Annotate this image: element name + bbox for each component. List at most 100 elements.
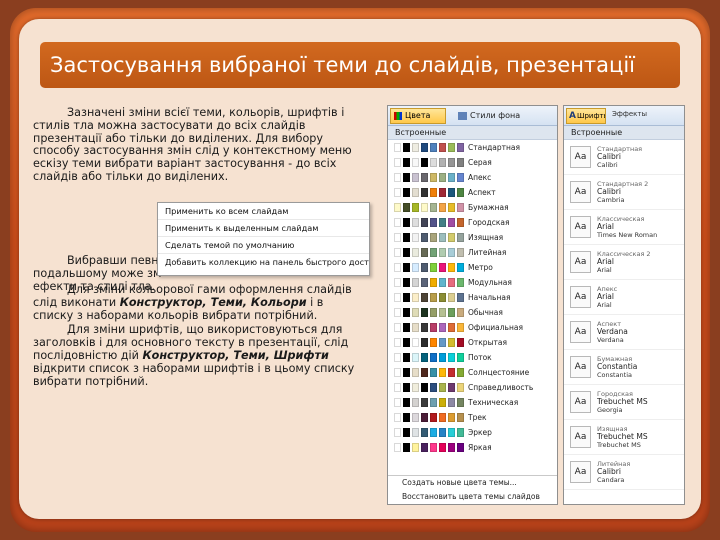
color-theme-item[interactable]: Литейная: [388, 245, 557, 260]
font-theme-item[interactable]: Аа Апекс Arial Arial: [564, 280, 684, 315]
color-theme-item[interactable]: Аспект: [388, 185, 557, 200]
background-styles-button[interactable]: Стили фона: [456, 108, 538, 124]
color-swatch: [394, 158, 401, 167]
color-swatch: [430, 203, 437, 212]
color-swatches: [394, 218, 464, 227]
color-swatch: [403, 323, 410, 332]
font-theme-heading: Calibri: [597, 467, 621, 476]
color-theme-item[interactable]: Официальная: [388, 320, 557, 335]
color-swatch: [412, 308, 419, 317]
color-swatch: [439, 353, 446, 362]
color-swatch: [412, 143, 419, 152]
menu-set-default-theme[interactable]: Сделать темой по умолчанию: [158, 237, 369, 254]
color-swatch: [421, 173, 428, 182]
font-theme-item[interactable]: Аа Аспект Verdana Verdana: [564, 315, 684, 350]
color-swatch: [430, 338, 437, 347]
reset-theme-colors[interactable]: Восстановить цвета темы слайдов: [388, 490, 557, 504]
color-swatch: [457, 413, 464, 422]
font-theme-item[interactable]: Аа Изящная Trebuchet MS Trebuchet MS: [564, 420, 684, 455]
color-theme-item[interactable]: Поток: [388, 350, 557, 365]
color-swatch: [412, 353, 419, 362]
color-swatch: [457, 353, 464, 362]
color-swatch: [448, 338, 455, 347]
color-swatch: [439, 323, 446, 332]
colors-button[interactable]: Цвета: [390, 108, 446, 124]
color-theme-item[interactable]: Справедливость: [388, 380, 557, 395]
color-swatch: [439, 188, 446, 197]
color-swatch: [448, 413, 455, 422]
color-theme-item[interactable]: Апекс: [388, 170, 557, 185]
color-theme-item[interactable]: Метро: [388, 260, 557, 275]
colors-toolbar: Цвета Стили фона: [388, 106, 557, 126]
color-theme-item[interactable]: Начальная: [388, 290, 557, 305]
color-swatch: [448, 218, 455, 227]
colors-button-label: Цвета: [405, 111, 431, 120]
font-theme-item[interactable]: Аа Стандартная 2 Calibri Cambria: [564, 175, 684, 210]
paragraph-apply-changes: Зазначені зміни всієї теми, кольорів, шр…: [33, 106, 363, 184]
effects-button[interactable]: Эффекты: [612, 110, 647, 118]
color-swatch: [421, 278, 428, 287]
color-swatch: [421, 158, 428, 167]
color-theme-item[interactable]: Солнцестояние: [388, 365, 557, 380]
color-swatch: [412, 158, 419, 167]
color-swatch: [448, 443, 455, 452]
color-swatch: [403, 308, 410, 317]
color-swatch: [421, 398, 428, 407]
color-swatch: [403, 398, 410, 407]
color-swatch: [439, 338, 446, 347]
menu-add-to-quick-access[interactable]: Добавить коллекцию на панель быстрого до…: [158, 254, 369, 271]
font-theme-item[interactable]: Аа Классическая Arial Times New Roman: [564, 210, 684, 245]
create-theme-colors[interactable]: Создать новые цвета темы...: [388, 476, 557, 490]
fonts-gallery: A Шрифты Эффекты Встроенные Аа Стандартна…: [563, 105, 685, 505]
color-theme-item[interactable]: Городская: [388, 215, 557, 230]
color-swatches: [394, 428, 464, 437]
color-swatch: [421, 323, 428, 332]
color-swatch: [448, 293, 455, 302]
font-theme-item[interactable]: Аа Городская Trebuchet MS Georgia: [564, 385, 684, 420]
color-theme-item[interactable]: Яркая: [388, 440, 557, 455]
color-theme-item[interactable]: Обычная: [388, 305, 557, 320]
font-sample-preview: Аа: [570, 286, 591, 308]
paragraph-fonts: Для зміни шрифтів, що використовуються д…: [33, 324, 363, 388]
color-theme-item[interactable]: Изящная: [388, 230, 557, 245]
color-theme-item[interactable]: Техническая: [388, 395, 557, 410]
font-theme-item[interactable]: Аа Литейная Calibri Candara: [564, 455, 684, 490]
color-theme-item[interactable]: Серая: [388, 155, 557, 170]
color-theme-item[interactable]: Эркер: [388, 425, 557, 440]
color-swatch: [448, 278, 455, 287]
colors-footer: Создать новые цвета темы... Восстановить…: [388, 475, 557, 504]
color-swatch: [394, 218, 401, 227]
color-theme-item[interactable]: Модульная: [388, 275, 557, 290]
color-swatch: [430, 443, 437, 452]
color-swatch: [412, 383, 419, 392]
color-swatch: [403, 293, 410, 302]
font-theme-item[interactable]: Аа Бумажная Constantia Constantia: [564, 350, 684, 385]
color-swatch: [448, 308, 455, 317]
color-theme-name: Литейная: [468, 248, 507, 257]
font-theme-details: Изящная Trebuchet MS Trebuchet MS: [597, 425, 648, 449]
color-swatch: [421, 428, 428, 437]
color-swatch: [412, 263, 419, 272]
color-swatch: [394, 368, 401, 377]
fonts-button[interactable]: A Шрифты: [566, 108, 606, 124]
color-theme-item[interactable]: Стандартная: [388, 140, 557, 155]
color-swatch: [430, 218, 437, 227]
color-swatch: [412, 203, 419, 212]
menu-apply-selected-slides[interactable]: Применить к выделенным слайдам: [158, 220, 369, 237]
color-swatch: [448, 428, 455, 437]
color-swatch: [430, 383, 437, 392]
color-theme-item[interactable]: Бумажная: [388, 200, 557, 215]
color-swatch: [430, 413, 437, 422]
color-swatch: [457, 203, 464, 212]
font-theme-item[interactable]: Аа Классическая 2 Arial Arial: [564, 245, 684, 280]
paragraph-colors: Для зміни кольорової гами оформлення сла…: [33, 283, 363, 322]
font-theme-item[interactable]: Аа Стандартная Calibri Calibri: [564, 140, 684, 175]
color-theme-item[interactable]: Трек: [388, 410, 557, 425]
color-swatch: [457, 293, 464, 302]
menu-apply-all-slides[interactable]: Применить ко всем слайдам: [158, 203, 369, 220]
color-swatch: [412, 188, 419, 197]
color-swatch: [412, 218, 419, 227]
color-swatch: [448, 188, 455, 197]
color-theme-name: Стандартная: [468, 143, 521, 152]
color-theme-item[interactable]: Открытая: [388, 335, 557, 350]
